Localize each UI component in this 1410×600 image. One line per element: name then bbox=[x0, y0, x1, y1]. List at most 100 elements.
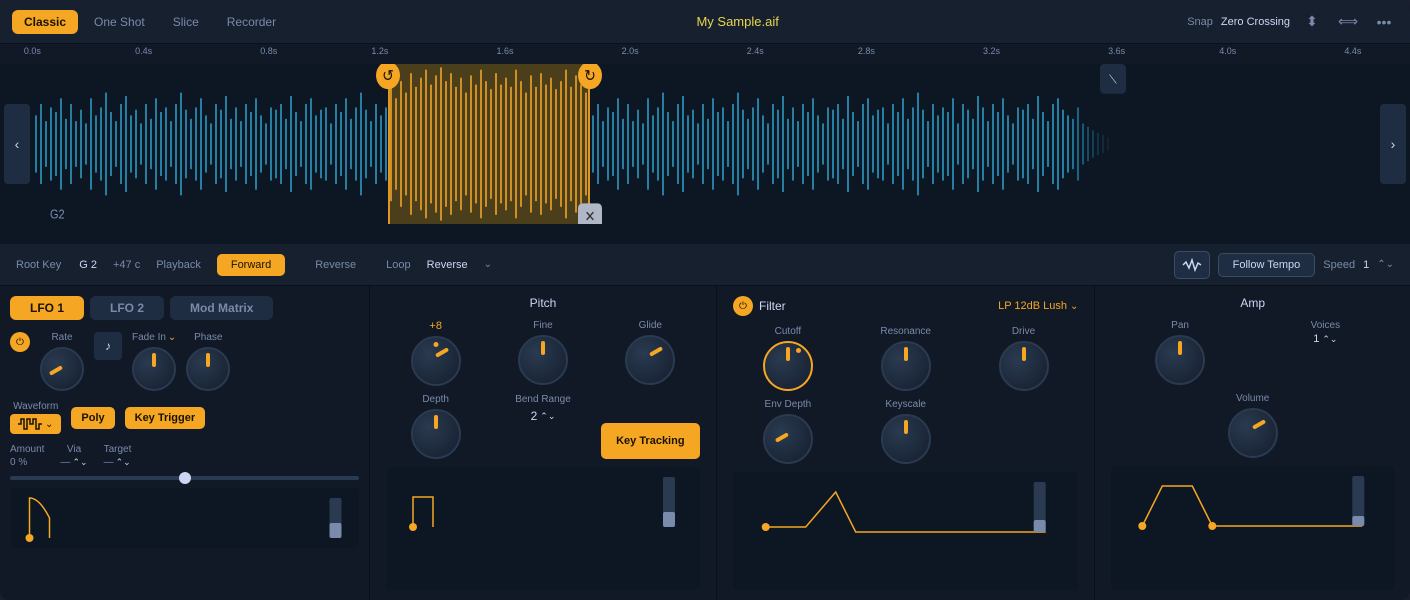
poly-btn[interactable]: Poly bbox=[71, 407, 114, 429]
amount-group: Amount 0 % bbox=[10, 444, 44, 468]
cutoff-knob[interactable] bbox=[763, 341, 813, 391]
fine-knob[interactable] bbox=[518, 335, 568, 385]
bend-range-value[interactable]: 2 bbox=[531, 409, 538, 423]
phase-knob[interactable] bbox=[186, 347, 230, 391]
forward-btn[interactable]: Forward bbox=[217, 254, 285, 276]
svg-text:G2: G2 bbox=[50, 207, 65, 222]
mode-recorder-btn[interactable]: Recorder bbox=[215, 10, 288, 34]
depth-knob[interactable] bbox=[411, 409, 461, 459]
amount-slider[interactable] bbox=[10, 476, 359, 480]
timeline-mark-0: 0.0s bbox=[24, 46, 41, 56]
env-depth-knob[interactable] bbox=[763, 414, 813, 464]
loop-chevron[interactable]: ⌄ bbox=[484, 259, 492, 270]
lfo-visualization bbox=[10, 488, 359, 548]
pan-knob-group: Pan bbox=[1111, 320, 1248, 385]
lfo-power-btn[interactable]: ⏻ bbox=[10, 332, 30, 352]
speed-value[interactable]: 1 bbox=[1363, 259, 1369, 271]
timeline-mark-4: 1.6s bbox=[497, 46, 514, 56]
filter-type-selector[interactable]: LP 12dB Lush ⌄ bbox=[998, 300, 1078, 312]
rate-knob[interactable] bbox=[40, 347, 84, 391]
lfo2-tab[interactable]: LFO 2 bbox=[90, 296, 164, 320]
via-label: Via bbox=[60, 444, 87, 455]
timeline-mark-8: 3.2s bbox=[983, 46, 1000, 56]
fade-knob[interactable] bbox=[132, 347, 176, 391]
voices-control[interactable]: 1 ⌃⌄ bbox=[1313, 333, 1337, 345]
depth-knob-group: Depth bbox=[386, 394, 485, 459]
loop-value[interactable]: Reverse bbox=[427, 259, 468, 271]
phase-knob-group: Phase bbox=[186, 332, 230, 391]
amp-title: Amp bbox=[1111, 296, 1394, 310]
amp-panel: Amp Pan Voices 1 ⌃⌄ Volume bbox=[1095, 286, 1410, 600]
note-sync-btn[interactable]: ♪ bbox=[94, 332, 122, 360]
follow-tempo-btn[interactable]: Follow Tempo bbox=[1218, 253, 1316, 277]
amp-visualization bbox=[1111, 466, 1394, 590]
pan-knob[interactable] bbox=[1155, 335, 1205, 385]
keyscale-knob[interactable] bbox=[881, 414, 931, 464]
env-depth-label: Env Depth bbox=[765, 399, 812, 410]
waveform-display-btn[interactable] bbox=[1174, 251, 1210, 279]
amount-value: 0 % bbox=[10, 457, 44, 468]
filter-title-group: ⏻ Filter bbox=[733, 296, 786, 316]
controls-bar: Root Key G 2 +47 c Playback Forward Reve… bbox=[0, 244, 1410, 286]
filter-type-chevron[interactable]: ⌄ bbox=[1070, 301, 1078, 312]
bend-range-stepper[interactable]: ⌃⌄ bbox=[540, 411, 555, 422]
filter-visualization bbox=[733, 472, 1078, 590]
via-stepper[interactable]: ⌃⌄ bbox=[72, 457, 87, 468]
volume-label: Volume bbox=[1236, 393, 1269, 404]
fit-vertical-icon[interactable]: ⬍ bbox=[1298, 8, 1326, 36]
mode-classic-btn[interactable]: Classic bbox=[12, 10, 78, 34]
rate-knob-group: Rate bbox=[40, 332, 84, 391]
rate-label: Rate bbox=[51, 332, 72, 343]
resonance-knob[interactable] bbox=[881, 341, 931, 391]
timeline: 0.0s 0.4s 0.8s 1.2s 1.6s 2.0s 2.4s 2.8s … bbox=[0, 44, 1410, 64]
svg-text:⟍: ⟍ bbox=[1109, 72, 1117, 87]
timeline-mark-10: 4.0s bbox=[1219, 46, 1236, 56]
target-group: Target — ⌃⌄ bbox=[104, 444, 132, 468]
via-group: Via — ⌃⌄ bbox=[60, 444, 87, 468]
waveform-selector[interactable]: ⌄ bbox=[10, 414, 61, 434]
key-trigger-btn[interactable]: Key Trigger bbox=[125, 407, 206, 429]
root-key-cents: +47 c bbox=[113, 259, 140, 271]
pitch-panel: Pitch +8 Fine Glide Depth bbox=[370, 286, 717, 600]
volume-knob[interactable] bbox=[1228, 408, 1278, 458]
bottom-section: LFO 1 LFO 2 Mod Matrix ⏻ Rate ♪ bbox=[0, 286, 1410, 600]
target-stepper[interactable]: ⌃⌄ bbox=[116, 457, 131, 468]
mode-slice-btn[interactable]: Slice bbox=[161, 10, 211, 34]
depth-label: Depth bbox=[422, 394, 449, 405]
semitones-knob[interactable] bbox=[411, 336, 461, 386]
cutoff-label: Cutoff bbox=[775, 326, 802, 337]
drive-knob[interactable] bbox=[999, 341, 1049, 391]
filter-power-btn[interactable]: ⏻ bbox=[733, 296, 753, 316]
glide-knob[interactable] bbox=[625, 335, 675, 385]
waveform-svg: ↺ ↻ ✕ G2 ⟍ bbox=[0, 64, 1410, 224]
timeline-mark-11: 4.4s bbox=[1344, 46, 1361, 56]
waveform-left-nav[interactable]: ‹ bbox=[4, 104, 30, 184]
mod-matrix-tab[interactable]: Mod Matrix bbox=[170, 296, 273, 320]
root-key-label: Root Key bbox=[16, 259, 61, 271]
reverse-btn[interactable]: Reverse bbox=[301, 254, 370, 276]
root-key-note[interactable]: G 2 bbox=[79, 259, 97, 271]
voices-label: Voices bbox=[1311, 320, 1340, 331]
top-bar: Classic One Shot Slice Recorder My Sampl… bbox=[0, 0, 1410, 44]
snap-value[interactable]: Zero Crossing bbox=[1221, 16, 1290, 28]
via-value: — bbox=[60, 457, 70, 468]
mode-oneshot-btn[interactable]: One Shot bbox=[82, 10, 157, 34]
more-menu-icon[interactable]: ••• bbox=[1370, 8, 1398, 36]
phase-label: Phase bbox=[194, 332, 222, 343]
waveform-right-nav[interactable]: › bbox=[1380, 104, 1406, 184]
fade-chevron[interactable]: ⌄ bbox=[168, 332, 176, 343]
keyscale-knob-group: Keyscale bbox=[851, 399, 961, 464]
voices-stepper[interactable]: ⌃⌄ bbox=[1322, 334, 1337, 345]
filter-panel: ⏻ Filter LP 12dB Lush ⌄ Cutoff Resonance bbox=[717, 286, 1095, 600]
timeline-mark-5: 2.0s bbox=[622, 46, 639, 56]
playback-label: Playback bbox=[156, 259, 201, 271]
lfo1-tab[interactable]: LFO 1 bbox=[10, 296, 84, 320]
timeline-mark-3: 1.2s bbox=[371, 46, 388, 56]
speed-label: Speed bbox=[1323, 259, 1355, 271]
waveform-area[interactable]: ‹ › bbox=[0, 64, 1410, 224]
svg-text:✕: ✕ bbox=[585, 208, 596, 224]
fit-horizontal-icon[interactable]: ⟺ bbox=[1334, 8, 1362, 36]
semitones-value: +8 bbox=[429, 320, 442, 332]
key-tracking-btn[interactable]: Key Tracking bbox=[601, 423, 700, 459]
speed-stepper[interactable]: ⌃⌄ bbox=[1377, 259, 1394, 270]
